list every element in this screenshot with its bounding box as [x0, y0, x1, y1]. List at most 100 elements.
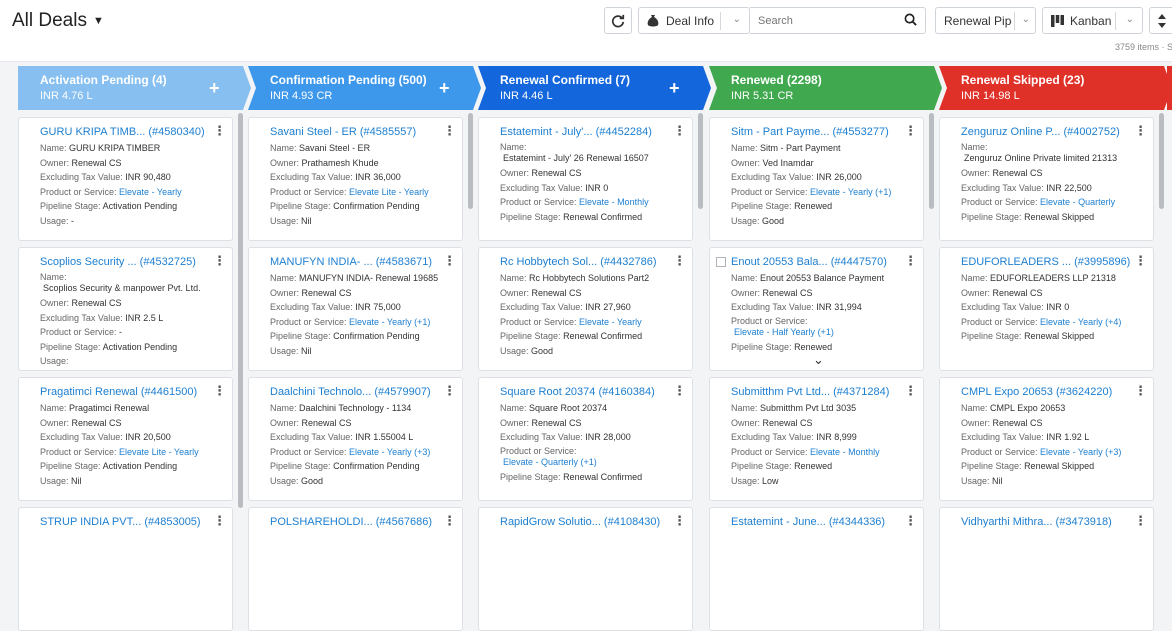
detail-extra-count[interactable]: (+1) — [818, 327, 834, 337]
add-deal-plus-icon[interactable]: + — [669, 79, 680, 97]
kebab-menu-icon[interactable]: ⋮ — [904, 124, 917, 137]
search-input[interactable] — [750, 8, 895, 33]
deal-card-title[interactable]: Sitm - Part Payme... (#4553277) — [731, 126, 889, 138]
deal-card-title[interactable]: Scoplios Security ... (#4532725) — [40, 256, 196, 268]
kebab-menu-icon[interactable]: ⋮ — [443, 254, 456, 267]
detail-value[interactable]: Elevate - Quarterly — [503, 457, 578, 467]
deal-card-title[interactable]: Estatemint - July'... (#4452284) — [500, 126, 652, 138]
kebab-menu-icon[interactable]: ⋮ — [673, 254, 686, 267]
detail-value[interactable]: Elevate Lite - Yearly — [119, 447, 199, 457]
deal-card[interactable]: Rc Hobbytech Sol... (#4432786) ⋮ Name: Rc … — [478, 247, 693, 371]
deal-card[interactable]: Savani Steel - ER (#4585557) ⋮ Name: Savan… — [248, 117, 463, 241]
deal-card[interactable]: Enout 20553 Bala... (#4447570) ⋮ Name: Eno… — [709, 247, 924, 371]
deal-card-title[interactable]: Square Root 20374 (#4160384) — [500, 386, 655, 398]
detail-extra-count[interactable]: (+1) — [581, 457, 597, 467]
deal-card-title[interactable]: Savani Steel - ER (#4585557) — [270, 126, 416, 138]
deal-card-title[interactable]: Daalchini Technolo... (#4579907) — [270, 386, 431, 398]
detail-value[interactable]: Elevate - Half Yearly — [734, 327, 815, 337]
deal-card-title[interactable]: Enout 20553 Bala... (#4447570) — [731, 256, 887, 268]
column-scrollbar[interactable] — [1159, 113, 1164, 209]
kebab-menu-icon[interactable]: ⋮ — [213, 254, 226, 267]
column-scrollbar[interactable] — [698, 113, 703, 209]
deal-card[interactable]: MANUFYN INDIA- ... (#4583671) ⋮ Name: MANU… — [248, 247, 463, 371]
deal-card[interactable]: CMPL Expo 20653 (#3624220) ⋮ Name: CMPL Ex… — [939, 377, 1154, 501]
kebab-menu-icon[interactable]: ⋮ — [443, 124, 456, 137]
deal-card-title[interactable]: Estatemint - June... (#4344336) — [731, 516, 885, 528]
deal-card-title[interactable]: POLSHAREHOLDI... (#4567686) — [270, 516, 432, 528]
deal-card-title[interactable]: GURU KRIPA TIMB... (#4580340) — [40, 126, 205, 138]
detail-value[interactable]: Elevate - Monthly — [579, 197, 649, 207]
detail-value[interactable]: Elevate - Yearly — [349, 447, 412, 457]
deal-card-title[interactable]: Rc Hobbytech Sol... (#4432786) — [500, 256, 657, 268]
select-checkbox[interactable] — [716, 257, 726, 267]
kebab-menu-icon[interactable]: ⋮ — [904, 384, 917, 397]
deal-card[interactable]: POLSHAREHOLDI... (#4567686) ⋮ — [248, 507, 463, 631]
view-mode-select[interactable]: Kanban ⌄ — [1042, 7, 1143, 34]
detail-extra-count[interactable]: (+3) — [414, 447, 430, 457]
deal-card-title[interactable]: Pragatimci Renewal (#4461500) — [40, 386, 197, 398]
detail-value[interactable]: Elevate - Yearly — [119, 187, 182, 197]
view-title-dropdown[interactable]: All Deals ▼ — [12, 10, 104, 32]
deal-card-details: Name: MANUFYN INDIA- Renewal 19685 Owner:… — [270, 271, 454, 359]
expand-chevron-icon[interactable]: ⌄ — [813, 352, 824, 368]
detail-value[interactable]: Elevate - Quarterly — [1040, 197, 1115, 207]
pipeline-select[interactable]: Renewal Pipeline ⌄ — [935, 7, 1036, 34]
detail-value[interactable]: Elevate - Yearly — [1040, 447, 1103, 457]
detail-label: Usage: — [270, 345, 299, 356]
kebab-menu-icon[interactable]: ⋮ — [673, 384, 686, 397]
detail-extra-count[interactable]: (+1) — [875, 187, 891, 197]
kebab-menu-icon[interactable]: ⋮ — [904, 254, 917, 267]
deal-card-title[interactable]: Vidhyarthi Mithra... (#3473918) — [961, 516, 1112, 528]
kebab-menu-icon[interactable]: ⋮ — [1134, 254, 1147, 267]
deal-card[interactable]: EDUFORLEADERS ... (#3995896) ⋮ Name: EDUFO… — [939, 247, 1154, 371]
column-scrollbar[interactable] — [929, 113, 934, 209]
deal-card-title[interactable]: Submitthm Pvt Ltd... (#4371284) — [731, 386, 889, 398]
detail-value[interactable]: Elevate - Yearly — [1040, 317, 1103, 327]
detail-extra-count[interactable]: (+1) — [414, 317, 430, 327]
search-icon[interactable] — [904, 13, 917, 26]
detail-value[interactable]: Elevate - Yearly — [579, 317, 642, 327]
deal-card-title[interactable]: RapidGrow Solutio... (#4108430) — [500, 516, 660, 528]
deal-card[interactable]: Vidhyarthi Mithra... (#3473918) ⋮ — [939, 507, 1154, 631]
kebab-menu-icon[interactable]: ⋮ — [1134, 124, 1147, 137]
deal-card-title[interactable]: CMPL Expo 20653 (#3624220) — [961, 386, 1112, 398]
column-scrollbar[interactable] — [468, 113, 473, 209]
add-deal-plus-icon[interactable]: + — [209, 79, 220, 97]
detail-row-usage: Usage: Good — [500, 344, 684, 359]
detail-extra-count[interactable]: (+4) — [1105, 317, 1121, 327]
deal-card[interactable]: GURU KRIPA TIMB... (#4580340) ⋮ Name: GURU… — [18, 117, 233, 241]
detail-value: Renewal CS — [301, 287, 352, 298]
kebab-menu-icon[interactable]: ⋮ — [213, 384, 226, 397]
deal-card[interactable]: Pragatimci Renewal (#4461500) ⋮ Name: Prag… — [18, 377, 233, 501]
deal-card[interactable]: Square Root 20374 (#4160384) ⋮ Name: Squar… — [478, 377, 693, 501]
detail-value[interactable]: Elevate - Yearly — [810, 187, 873, 197]
deal-card[interactable]: STRUP INDIA PVT... (#4853005) ⋮ — [18, 507, 233, 631]
deal-card[interactable]: Estatemint - June... (#4344336) ⋮ — [709, 507, 924, 631]
detail-value[interactable]: Elevate - Yearly — [349, 317, 412, 327]
kebab-menu-icon[interactable]: ⋮ — [1134, 384, 1147, 397]
deal-info-select[interactable]: Deal Info ⌄ — [638, 7, 750, 34]
column-scrollbar[interactable] — [238, 113, 243, 508]
detail-value[interactable]: Elevate Lite - Yearly — [349, 187, 429, 197]
sort-button[interactable] — [1149, 7, 1172, 34]
add-deal-plus-icon[interactable]: + — [439, 79, 450, 97]
kebab-menu-icon[interactable]: ⋮ — [443, 384, 456, 397]
refresh-button[interactable] — [604, 7, 632, 34]
deal-card[interactable]: Scoplios Security ... (#4532725) ⋮ Name: Sc… — [18, 247, 233, 371]
detail-value: Nil — [301, 345, 312, 356]
deal-card[interactable]: Sitm - Part Payme... (#4553277) ⋮ Name: Si… — [709, 117, 924, 241]
deal-card[interactable]: Zenguruz Online P... (#4002752) ⋮ Name: Zen… — [939, 117, 1154, 241]
deal-card[interactable]: RapidGrow Solutio... (#4108430) ⋮ — [478, 507, 693, 631]
kebab-menu-icon[interactable]: ⋮ — [673, 124, 686, 137]
detail-extra-count[interactable]: (+3) — [1105, 447, 1121, 457]
next-stage-header-partial — [1167, 66, 1172, 110]
kebab-menu-icon[interactable]: ⋮ — [213, 124, 226, 137]
detail-value[interactable]: Elevate - Monthly — [810, 447, 880, 457]
deal-card[interactable]: Estatemint - July'... (#4452284) ⋮ Name: Es… — [478, 117, 693, 241]
deal-card-title[interactable]: Zenguruz Online P... (#4002752) — [961, 126, 1120, 138]
deal-card-title[interactable]: STRUP INDIA PVT... (#4853005) — [40, 516, 201, 528]
deal-card-title[interactable]: MANUFYN INDIA- ... (#4583671) — [270, 256, 432, 268]
deal-card[interactable]: Daalchini Technolo... (#4579907) ⋮ Name: D… — [248, 377, 463, 501]
deal-card[interactable]: Submitthm Pvt Ltd... (#4371284) ⋮ Name: Su… — [709, 377, 924, 501]
deal-card-title[interactable]: EDUFORLEADERS ... (#3995896) — [961, 256, 1130, 268]
